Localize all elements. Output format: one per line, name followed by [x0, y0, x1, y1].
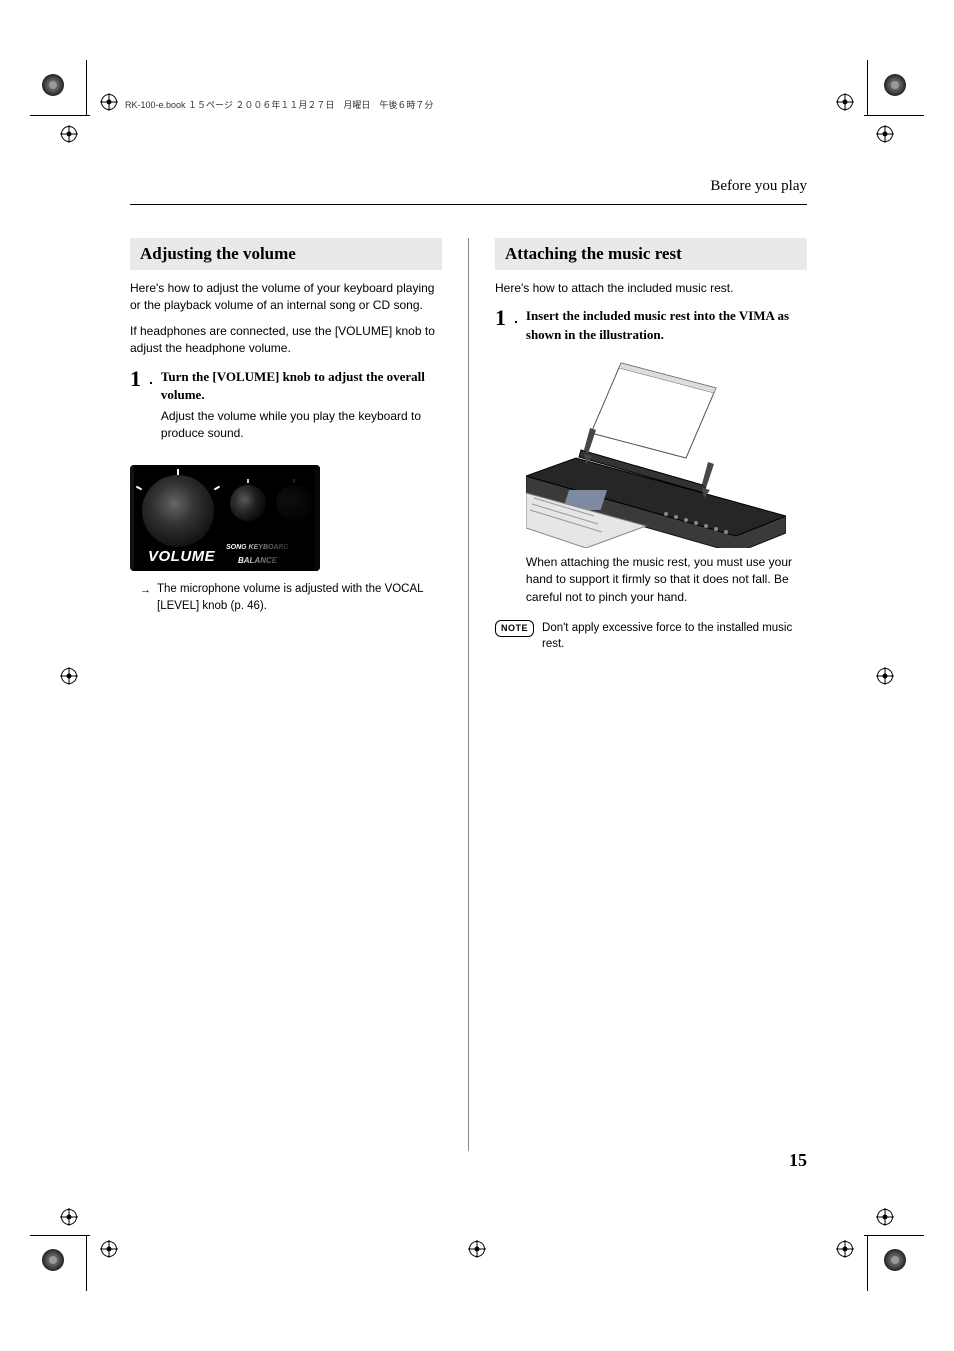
page-header-title: Before you play — [710, 178, 807, 195]
section-title-volume: Adjusting the volume — [130, 238, 442, 270]
header-rule — [130, 204, 807, 205]
volume-knob-illustration: SONG KEYBOARD VOLUME BALANCE — [130, 465, 320, 571]
crop-line — [86, 60, 87, 115]
left-column: Adjusting the volume Here's how to adjus… — [130, 238, 442, 1151]
content-area: Adjusting the volume Here's how to adjus… — [130, 238, 807, 1151]
music-rest-svg — [526, 358, 786, 548]
volume-knob-icon — [142, 475, 214, 547]
volume-label: VOLUME — [148, 548, 215, 565]
registration-mark-icon — [876, 667, 894, 685]
crop-mark-top-left — [42, 74, 70, 102]
registration-mark-icon — [100, 1240, 118, 1258]
step-number: 1 — [130, 368, 141, 449]
caution-text: When attaching the music rest, you must … — [526, 554, 807, 606]
crop-line — [30, 1235, 90, 1236]
registration-mark-icon — [876, 125, 894, 143]
crop-mark-bottom-left — [42, 1249, 70, 1277]
column-divider — [468, 238, 469, 1151]
crop-line — [867, 1236, 868, 1291]
page-number: 15 — [789, 1150, 807, 1171]
crop-mark-top-right — [884, 74, 912, 102]
arrow-icon: → — [140, 581, 151, 616]
step-item: 1. Insert the included music rest into t… — [495, 307, 807, 612]
crop-line — [864, 1235, 924, 1236]
note-text: Don't apply excessive force to the insta… — [542, 620, 807, 652]
song-keyboard-label: SONG KEYBOARD — [226, 544, 289, 551]
music-rest-illustration — [526, 358, 786, 548]
balance-knob-icon — [230, 485, 266, 521]
note-badge: NOTE — [495, 620, 534, 637]
registration-mark-icon — [836, 1240, 854, 1258]
registration-mark-icon — [468, 1240, 486, 1258]
book-header-text: RK-100-e.book １５ページ ２００６年１１月２７日 月曜日 午後６時… — [125, 98, 433, 111]
crop-line — [867, 60, 868, 115]
balance-label: BALANCE — [238, 556, 277, 565]
crop-mark-bottom-right — [884, 1249, 912, 1277]
registration-mark-icon — [60, 1208, 78, 1226]
step-heading: Turn the [VOLUME] knob to adjust the ove… — [161, 368, 442, 404]
intro-text: Here's how to attach the included music … — [495, 280, 807, 297]
crop-line — [864, 115, 924, 116]
right-column: Attaching the music rest Here's how to a… — [495, 238, 807, 1151]
balance-knob-icon — [276, 485, 312, 521]
step-heading: Insert the included music rest into the … — [526, 307, 807, 343]
step-dot: . — [514, 307, 518, 612]
registration-mark-icon — [836, 93, 854, 111]
registration-mark-icon — [876, 1208, 894, 1226]
registration-mark-icon — [60, 125, 78, 143]
step-number: 1 — [495, 307, 506, 612]
section-title-music-rest: Attaching the music rest — [495, 238, 807, 270]
footnote-text: The microphone volume is adjusted with t… — [157, 581, 442, 616]
step-dot: . — [149, 368, 153, 449]
registration-mark-icon — [60, 667, 78, 685]
registration-mark-icon — [100, 93, 118, 111]
crop-line — [86, 1236, 87, 1291]
footnote: → The microphone volume is adjusted with… — [140, 581, 442, 616]
step-body-text: Adjust the volume while you play the key… — [161, 408, 442, 443]
intro-text: Here's how to adjust the volume of your … — [130, 280, 442, 315]
intro-text: If headphones are connected, use the [VO… — [130, 323, 442, 358]
note-row: NOTE Don't apply excessive force to the … — [495, 620, 807, 652]
crop-line — [30, 115, 90, 116]
book-header: RK-100-e.book １５ページ ２００６年１１月２７日 月曜日 午後６時… — [125, 98, 433, 111]
step-item: 1. Turn the [VOLUME] knob to adjust the … — [130, 368, 442, 449]
